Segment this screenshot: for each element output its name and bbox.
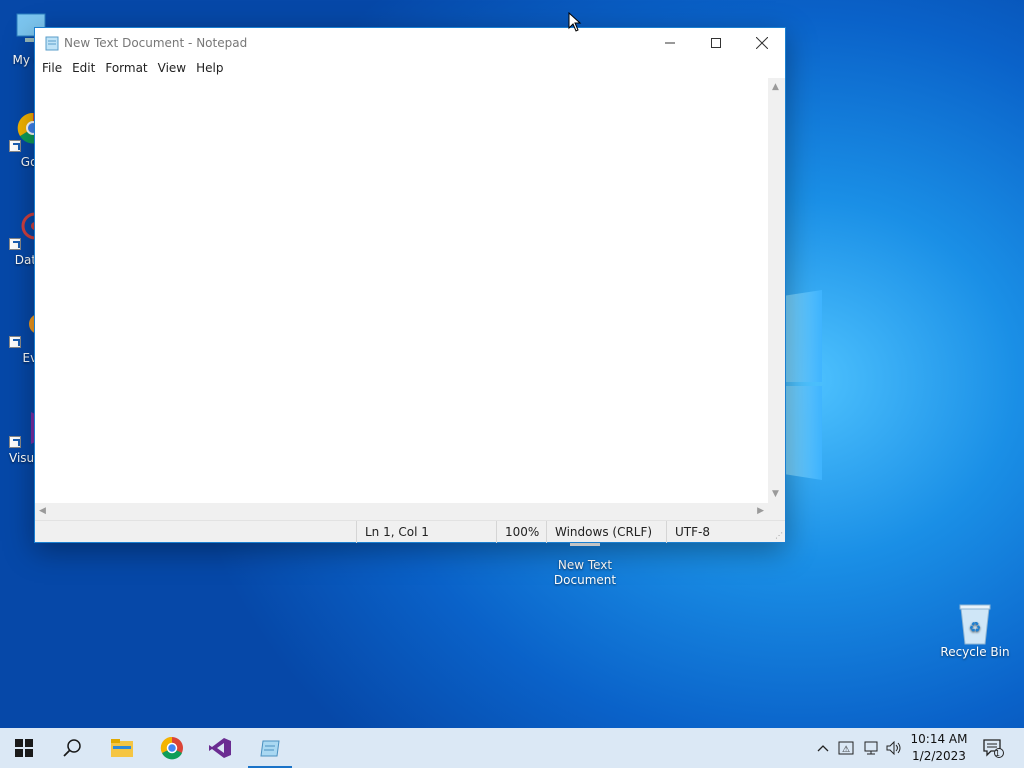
desktop-icon-label: New Text Document xyxy=(553,558,617,587)
file-explorer-icon xyxy=(111,739,133,757)
menu-file[interactable]: File xyxy=(37,61,67,75)
taskbar-chrome[interactable] xyxy=(148,728,196,768)
notification-icon xyxy=(983,739,1004,758)
scroll-corner xyxy=(768,503,785,520)
scroll-right-icon[interactable]: ▶ xyxy=(757,506,764,516)
recycle-bin-icon: ♻ xyxy=(955,602,995,645)
clock-date: 1/2/2023 xyxy=(912,749,966,763)
status-cursor-position: Ln 1, Col 1 xyxy=(356,521,496,543)
horizontal-scrollbar[interactable]: ◀ ▶ xyxy=(35,503,768,520)
vertical-scrollbar[interactable]: ▲ ▼ xyxy=(768,78,785,503)
close-icon xyxy=(756,37,768,49)
text-editor-area[interactable] xyxy=(35,78,768,503)
shortcut-arrow-icon xyxy=(9,436,21,448)
window-title: New Text Document - Notepad xyxy=(64,36,248,50)
start-button[interactable] xyxy=(0,728,48,768)
notepad-icon xyxy=(44,35,60,51)
menu-view[interactable]: View xyxy=(153,61,191,75)
status-zoom: 100% xyxy=(496,521,546,543)
desktop-icon-new-text-document[interactable]: New Text Document xyxy=(550,543,620,588)
search-button[interactable] xyxy=(48,728,96,768)
menu-help[interactable]: Help xyxy=(191,61,228,75)
start-icon xyxy=(15,739,33,757)
tray-volume[interactable] xyxy=(884,728,904,768)
taskbar-clock[interactable]: 10:14 AM 1/2/2023 xyxy=(906,731,972,765)
scroll-left-icon[interactable]: ◀ xyxy=(39,506,46,516)
status-encoding: UTF-8 xyxy=(666,521,766,543)
maximize-button[interactable] xyxy=(693,28,739,58)
taskbar-notepad[interactable] xyxy=(246,728,294,768)
visual-studio-icon xyxy=(209,738,231,758)
volume-icon xyxy=(886,741,901,755)
tray-network[interactable] xyxy=(860,728,882,768)
notepad-window[interactable]: New Text Document - Notepad File Edit Fo… xyxy=(34,27,786,543)
svg-text:♻: ♻ xyxy=(969,620,982,636)
close-button[interactable] xyxy=(739,28,785,58)
status-line-ending: Windows (CRLF) xyxy=(546,521,666,543)
resize-grip-icon[interactable]: ⋰ xyxy=(775,531,783,540)
clock-time: 10:14 AM xyxy=(910,732,968,746)
notification-count-badge: 1 xyxy=(995,749,1001,758)
desktop-icon-label: Recycle Bin xyxy=(940,645,1010,659)
minimize-icon xyxy=(665,42,675,44)
mouse-cursor-icon xyxy=(568,11,582,35)
taskbar-visual-studio[interactable] xyxy=(196,728,244,768)
maximize-icon xyxy=(711,38,721,48)
security-center-icon: ⚠ xyxy=(838,741,854,755)
desktop-icon-recycle-bin[interactable]: ♻ Recycle Bin xyxy=(940,602,1010,660)
menu-bar: File Edit Format View Help xyxy=(35,58,785,78)
svg-text:⚠: ⚠ xyxy=(842,745,850,755)
menu-edit[interactable]: Edit xyxy=(67,61,100,75)
action-center-button[interactable]: 1 xyxy=(980,728,1006,768)
minimize-button[interactable] xyxy=(647,28,693,58)
notepad-icon xyxy=(260,740,280,757)
chrome-icon xyxy=(160,736,183,760)
network-icon xyxy=(864,741,878,755)
show-hidden-icons-button[interactable] xyxy=(814,728,832,768)
shortcut-arrow-icon xyxy=(9,336,21,348)
taskbar: ⚠ 10:14 AM 1/2/2023 1 xyxy=(0,728,1024,768)
chevron-up-icon xyxy=(817,745,829,752)
title-bar[interactable]: New Text Document - Notepad xyxy=(35,28,785,58)
taskbar-file-explorer[interactable] xyxy=(98,728,146,768)
scroll-down-icon[interactable]: ▼ xyxy=(772,489,779,499)
shortcut-arrow-icon xyxy=(9,238,21,250)
scroll-up-icon[interactable]: ▲ xyxy=(772,82,779,92)
text-file-icon xyxy=(570,543,600,546)
search-icon xyxy=(63,739,81,757)
menu-format[interactable]: Format xyxy=(100,61,152,75)
shortcut-arrow-icon xyxy=(9,140,21,152)
desktop-wallpaper-logo xyxy=(786,290,822,480)
tray-security[interactable]: ⚠ xyxy=(836,728,856,768)
status-bar: Ln 1, Col 1 100% Windows (CRLF) UTF-8 ⋰ xyxy=(35,520,785,543)
